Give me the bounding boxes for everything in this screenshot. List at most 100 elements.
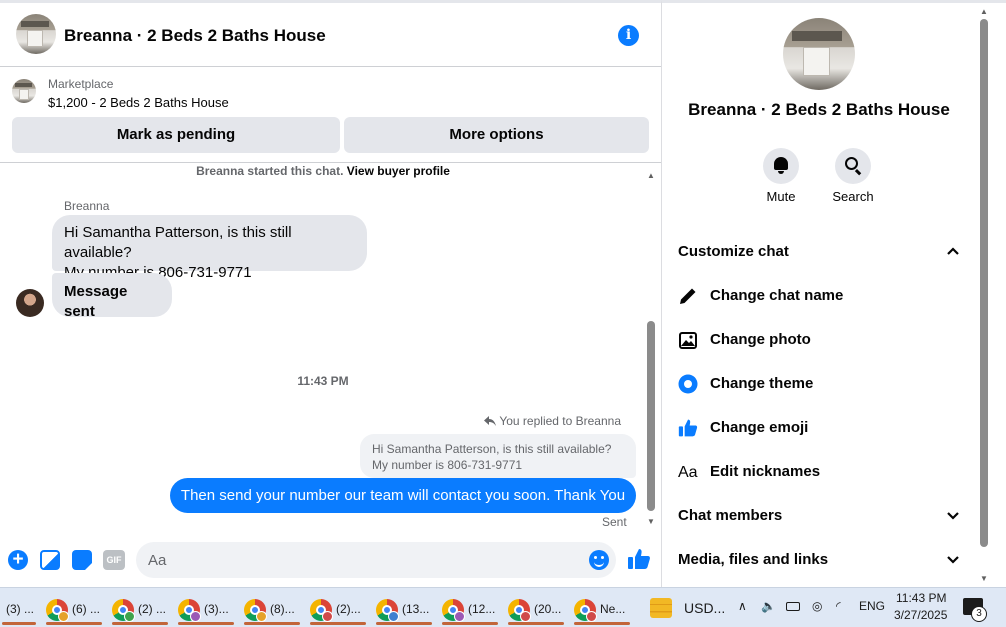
taskbar-app[interactable]: (3)... <box>176 591 236 625</box>
clock-date[interactable]: 3/27/2025 <box>894 608 947 622</box>
chevron-up-icon[interactable]: ∧ <box>738 599 747 613</box>
profile-badge-icon <box>520 611 531 622</box>
profile-badge-icon <box>454 611 465 622</box>
outgoing-message[interactable]: Then send your number our team will cont… <box>170 478 636 513</box>
scroll-up-icon[interactable]: ▲ <box>980 7 988 16</box>
active-indicator <box>310 622 366 625</box>
taskbar-app-label: (8)... <box>270 602 295 616</box>
change-photo-item[interactable]: Change photo <box>678 320 968 360</box>
active-indicator <box>178 622 234 625</box>
chat-title[interactable]: Breanna · 2 Beds 2 Baths House <box>64 26 326 46</box>
active-indicator <box>46 622 102 625</box>
listing-thumbnail[interactable] <box>12 79 36 103</box>
theme-icon <box>678 374 698 394</box>
volume-icon[interactable]: 🔈 <box>761 599 776 613</box>
thumbs-up-icon[interactable] <box>627 547 651 571</box>
taskbar-app[interactable]: (20... <box>506 591 566 625</box>
quoted-line: My number is 806-731-9771 <box>372 458 523 472</box>
chat-members-section[interactable]: Chat members <box>678 496 968 536</box>
message-composer: + GIF <box>0 541 661 581</box>
scroll-thumb[interactable] <box>980 19 988 547</box>
time-separator: 11:43 PM <box>297 374 349 388</box>
thumbs-up-icon <box>678 419 698 437</box>
taskbar-app[interactable]: (2) ... <box>110 591 170 625</box>
mute-button[interactable] <box>763 148 799 184</box>
sticker-icon[interactable] <box>72 550 92 570</box>
taskbar-app[interactable]: (8)... <box>242 591 302 625</box>
scroll-down-icon[interactable]: ▼ <box>980 574 988 583</box>
taskbar-app[interactable]: Ne... <box>572 591 632 625</box>
message-input[interactable] <box>136 542 616 578</box>
taskbar-app-label: (13... <box>402 602 430 616</box>
more-options-button[interactable]: More options <box>344 117 649 153</box>
battery-icon[interactable] <box>786 602 800 611</box>
plus-icon[interactable]: + <box>8 550 28 570</box>
chat-avatar[interactable] <box>16 14 56 54</box>
emoji-icon[interactable] <box>589 550 609 570</box>
marketplace-label: Marketplace <box>48 77 114 91</box>
media-files-section[interactable]: Media, files and links <box>678 540 968 580</box>
attach-photo-icon[interactable] <box>40 550 60 570</box>
taskbar-app-label: (6) ... <box>72 602 101 616</box>
scroll-thumb[interactable] <box>647 321 655 511</box>
view-buyer-profile-link[interactable]: View buyer profile <box>347 164 450 178</box>
item-label: Change emoji <box>710 419 809 436</box>
message-list: Breanna started this chat. View buyer pr… <box>0 163 661 531</box>
item-label: Change photo <box>710 331 811 348</box>
language-indicator[interactable]: ENG <box>859 599 885 613</box>
search-label: Search <box>832 189 874 204</box>
reply-indicator-text: You replied to Breanna <box>499 414 621 428</box>
taskbar-app-label: (3)... <box>204 602 229 616</box>
info-icon[interactable]: i <box>618 25 639 46</box>
profile-badge-icon <box>586 611 597 622</box>
currency-widget[interactable]: USD... <box>650 596 730 622</box>
mark-as-pending-button[interactable]: Mark as pending <box>12 117 340 153</box>
scroll-up-icon[interactable]: ▲ <box>647 171 655 180</box>
change-emoji-item[interactable]: Change emoji <box>678 408 968 448</box>
taskbar-app-label: (12... <box>468 602 496 616</box>
item-label: Change chat name <box>710 287 844 304</box>
taskbar-app-label: (2)... <box>336 602 361 616</box>
profile-badge-icon <box>58 611 69 622</box>
sender-avatar[interactable] <box>16 289 44 317</box>
active-indicator <box>244 622 300 625</box>
chat-scrollbar[interactable]: ▲ ▼ <box>646 171 656 526</box>
taskbar-app[interactable]: (6) ... <box>44 591 104 625</box>
profile-badge-icon <box>124 611 135 622</box>
scroll-down-icon[interactable]: ▼ <box>647 517 655 526</box>
taskbar-app-label: Ne... <box>600 602 626 616</box>
details-avatar[interactable] <box>783 18 855 90</box>
details-title: Breanna · 2 Beds 2 Baths House <box>688 100 950 119</box>
chat-header: Breanna · 2 Beds 2 Baths House i <box>0 3 661 67</box>
taskbar-app[interactable]: (12... <box>440 591 500 625</box>
taskbar-app-label: (2) ... <box>138 602 167 616</box>
incoming-message[interactable]: Message sent <box>52 273 172 320</box>
search-button[interactable] <box>835 148 871 184</box>
chevron-down-icon <box>947 556 959 564</box>
currency-label: USD... <box>684 600 726 616</box>
gif-icon[interactable]: GIF <box>103 550 125 570</box>
active-indicator <box>442 622 498 625</box>
edit-nicknames-item[interactable]: Aa Edit nicknames <box>678 452 968 492</box>
taskbar-app-label: (3) ... <box>6 602 35 616</box>
mute-label: Mute <box>766 189 796 204</box>
notification-count: 3 <box>971 606 987 622</box>
incoming-message[interactable]: Hi Samantha Patterson, is this still ava… <box>52 215 367 281</box>
taskbar-app[interactable]: (3) ... <box>0 591 38 625</box>
listing-title[interactable]: $1,200 - 2 Beds 2 Baths House <box>48 95 229 110</box>
change-theme-item[interactable]: Change theme <box>678 364 968 404</box>
details-scrollbar[interactable]: ▲ ▼ <box>978 7 988 583</box>
camera-icon[interactable]: ◎ <box>812 599 822 613</box>
message-status: Sent <box>602 515 627 529</box>
customize-chat-section[interactable]: Customize chat <box>678 232 968 272</box>
active-indicator <box>574 622 630 625</box>
taskbar-app[interactable]: (2)... <box>308 591 368 625</box>
clock-time[interactable]: 11:43 PM <box>896 591 946 605</box>
quoted-line: Hi Samantha Patterson, is this still ava… <box>372 442 612 456</box>
wifi-icon[interactable]: ◜ <box>836 599 841 613</box>
quoted-message[interactable]: Hi Samantha Patterson, is this still ava… <box>360 434 636 478</box>
taskbar-app[interactable]: (13... <box>374 591 434 625</box>
pencil-icon <box>680 288 696 304</box>
photo-icon <box>679 332 697 349</box>
change-chat-name-item[interactable]: Change chat name <box>678 276 968 316</box>
